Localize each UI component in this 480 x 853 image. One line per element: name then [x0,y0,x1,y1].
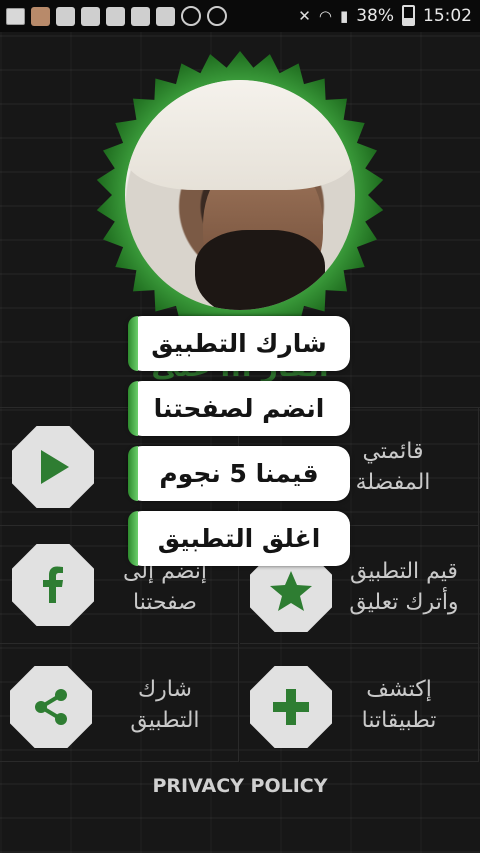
play-button[interactable] [12,426,94,508]
status-bar: ✕ ◠ ▮ 38% 15:02 [0,0,480,32]
menu-close-app[interactable]: اغلق التطبيق [128,511,350,566]
share-app-tile[interactable]: شارك التطبيق [0,644,239,762]
app-notification-icon [131,6,150,26]
mute-icon: ✕ [298,6,311,25]
photo-notification-icon [31,6,50,26]
app-notification-icon [106,6,125,26]
discover-button[interactable] [250,666,332,748]
facebook-button[interactable] [12,544,94,626]
menu-item-accent [128,381,138,436]
menu-rate-5-stars-label: قيمنا 5 نجوم [159,459,319,488]
share-icon [35,689,67,725]
menu-rate-5-stars[interactable]: قيمنا 5 نجوم [128,446,350,501]
rate-app-label: قيم التطبيق وأترك تعليق [349,559,459,615]
menu-share-app-label: شارك التطبيق [151,329,327,358]
app-notification-icon [156,6,175,26]
facebook-icon [43,566,63,603]
chrome-icon [207,6,227,26]
wifi-icon: ◠ [318,6,332,25]
discover-apps-tile[interactable]: إكتشف تطبيقاتنا [240,644,479,762]
privacy-policy-link[interactable]: PRIVACY POLICY [0,766,480,806]
menu-item-accent [128,316,138,371]
system-icons: ✕ ◠ ▮ 38% 15:02 [298,5,472,26]
menu-item-accent [128,511,138,566]
signal-icon: ▮ [339,6,349,25]
menu-close-app-label: اغلق التطبيق [157,524,321,553]
battery-percent: 38% [356,5,394,26]
share-button[interactable] [10,666,92,748]
play-icon [41,450,69,484]
app-notification-icon [81,6,100,26]
menu-join-page-label: انضم لصفحتنا [153,394,325,423]
reciter-photo [125,80,355,310]
menu-join-page[interactable]: انضم لصفحتنا [128,381,350,436]
plus-icon [273,689,309,725]
share-app-label: شارك التطبيق [130,677,200,733]
reciter-medallion [95,50,385,340]
sync-icon [181,6,201,26]
star-icon [270,571,312,611]
menu-item-accent [128,446,138,501]
discover-apps-label: إكتشف تطبيقاتنا [361,677,437,733]
app-notification-icon [56,6,75,26]
menu-share-app[interactable]: شارك التطبيق [128,316,350,371]
battery-icon [402,5,415,26]
gallery-notification-icon [6,7,25,25]
notification-icons [6,6,227,26]
clock: 15:02 [423,5,472,26]
